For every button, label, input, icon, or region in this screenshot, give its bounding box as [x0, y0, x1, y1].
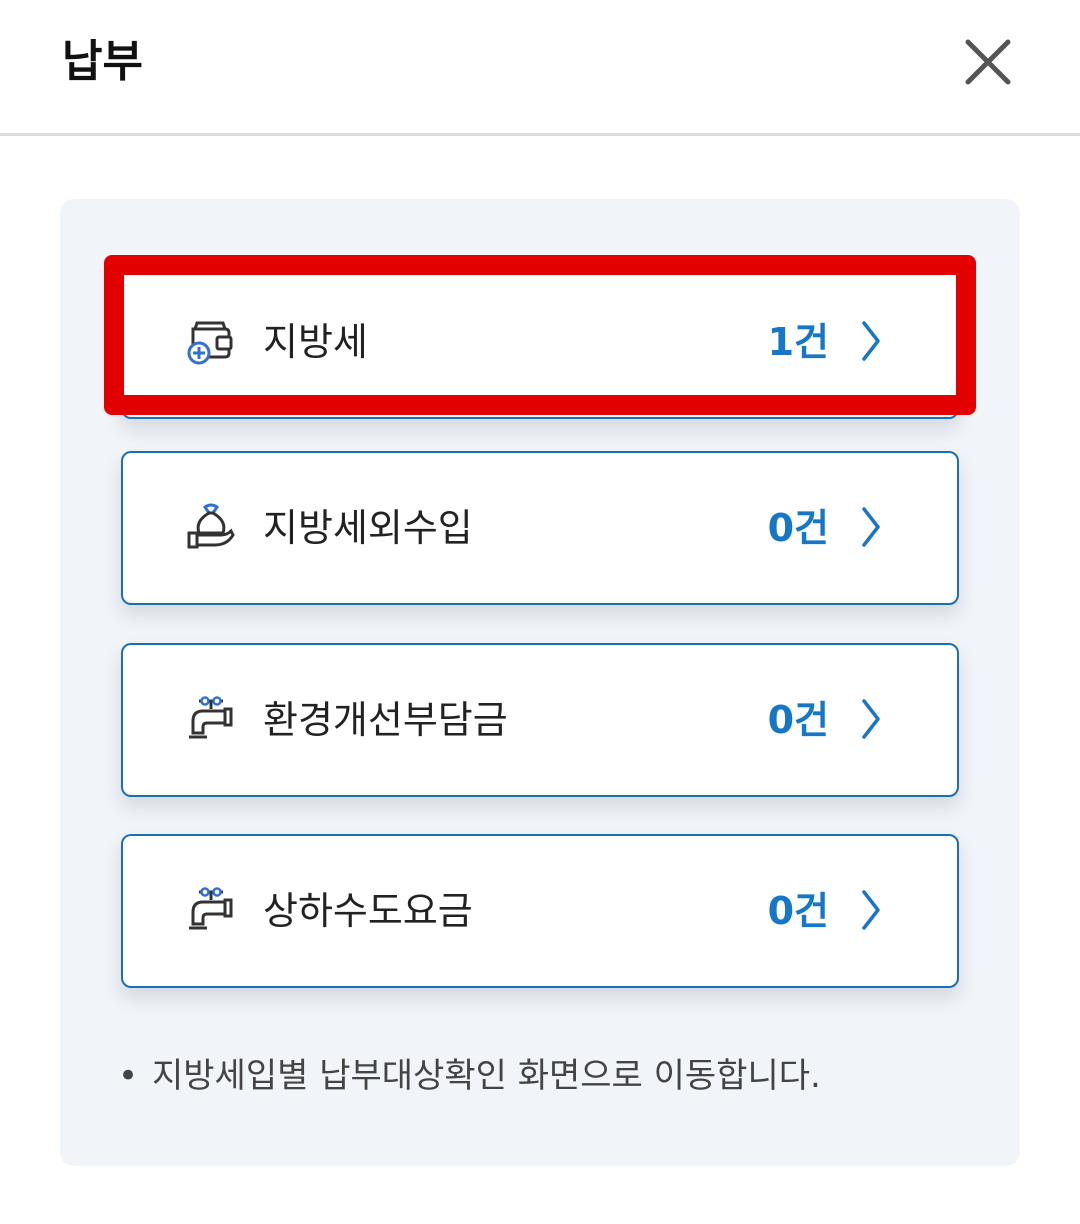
- menu-item-count: 1건: [767, 320, 829, 364]
- chevron-right-icon: [859, 888, 883, 932]
- menu-item-local-tax[interactable]: 지방세 1건: [121, 265, 959, 419]
- menu-item-label: 지방세외수입: [263, 506, 473, 550]
- menu-item-label: 지방세: [263, 320, 368, 364]
- chevron-right-icon: [859, 319, 883, 363]
- menu-item-non-tax-revenue[interactable]: 지방세외수입 0건: [121, 451, 959, 605]
- water-faucet-icon: [185, 693, 237, 745]
- menu-item-label: 상하수도요금: [263, 889, 473, 933]
- note-bullet: •: [118, 1056, 139, 1096]
- menu-item-count: 0건: [767, 889, 829, 933]
- close-button[interactable]: [958, 32, 1018, 92]
- chevron-right-icon: [859, 697, 883, 741]
- wallet-plus-icon: [185, 315, 237, 367]
- close-icon: [965, 39, 1011, 85]
- payment-sheet: 납부 지방세 1건 지방세외수입 0건 환경개선부담금 0건 상하수도요금 0건…: [0, 0, 1080, 1224]
- page-title: 납부: [62, 36, 143, 87]
- menu-item-environment-charge[interactable]: 환경개선부담금 0건: [121, 643, 959, 797]
- water-faucet-icon: [185, 884, 237, 936]
- menu-item-label: 환경개선부담금: [263, 698, 508, 742]
- sheet-header: 납부: [0, 0, 1080, 136]
- chevron-right-icon: [859, 505, 883, 549]
- menu-item-count: 0건: [767, 506, 829, 550]
- note-text: 지방세입별 납부대상확인 화면으로 이동합니다.: [152, 1056, 821, 1096]
- info-note: • 지방세입별 납부대상확인 화면으로 이동합니다.: [118, 1052, 821, 1100]
- menu-item-water-sewage-fee[interactable]: 상하수도요금 0건: [121, 834, 959, 988]
- hand-money-bag-icon: [185, 501, 237, 553]
- menu-item-count: 0건: [767, 698, 829, 742]
